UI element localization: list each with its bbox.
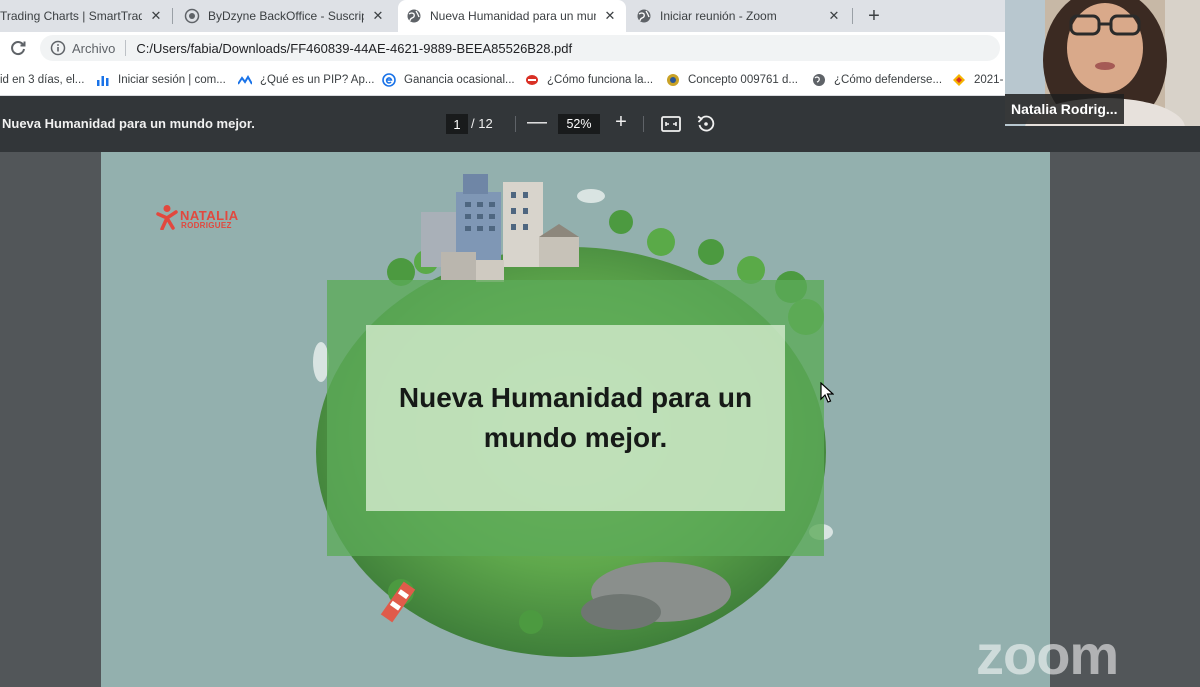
tab-nueva-humanidad[interactable]: Nueva Humanidad para un mundo mejor. ✕ [398, 0, 626, 32]
brand-logo: NATALIA RODRIGUEZ [156, 204, 251, 234]
tab-divider [172, 8, 173, 24]
globe-icon [636, 8, 652, 24]
e-icon [382, 73, 396, 87]
rotate-icon[interactable] [695, 113, 717, 135]
zoom-out-button[interactable]: — [527, 112, 547, 134]
toolbar-divider [515, 116, 516, 132]
diamond-icon [952, 73, 966, 87]
screen: Trading Charts | SmartTrader ✕ ByDzyne B… [0, 0, 1200, 687]
close-tab-icon[interactable]: ✕ [602, 8, 618, 24]
bookmark-item[interactable]: Ganancia ocasional... [382, 72, 515, 88]
bookmark-label: Ganancia ocasional... [404, 74, 515, 86]
page-number-input[interactable]: 1 [446, 114, 468, 134]
new-tab-button[interactable]: + [862, 4, 886, 28]
mouse-cursor-icon [820, 382, 834, 403]
title-panel: Nueva Humanidad para un mundo mejor. [366, 325, 785, 511]
url-text[interactable]: C:/Users/fabia/Downloads/FF460839-44AE-4… [136, 41, 572, 56]
tab-title: Nueva Humanidad para un mundo mejor. [430, 9, 596, 23]
bookmarks-bar: id en 3 días, el... Iniciar sesión | com… [0, 64, 1005, 96]
zoom-watermark: zoom [976, 623, 1119, 686]
mountain-icon [238, 73, 252, 87]
tab-strip: Trading Charts | SmartTrader ✕ ByDzyne B… [0, 0, 1005, 32]
tab-divider [852, 8, 853, 24]
toolbar-divider [643, 116, 644, 132]
chart-icon [96, 73, 110, 87]
bookmark-item[interactable]: Concepto 009761 d... [666, 72, 798, 88]
close-tab-icon[interactable]: ✕ [370, 8, 386, 24]
tab-title: Trading Charts | SmartTrader [0, 9, 142, 23]
bookmark-label: id en 3 días, el... [0, 74, 85, 86]
tab-title: Iniciar reunión - Zoom [660, 9, 777, 23]
slide-title: Nueva Humanidad para un mundo mejor. [398, 382, 753, 453]
close-tab-icon[interactable]: ✕ [826, 8, 842, 24]
bookmark-item[interactable]: Iniciar sesión | com... [96, 72, 226, 88]
tab-bydzyne[interactable]: ByDzyne BackOffice - Suscripción ✕ [176, 0, 394, 32]
participant-name-label: Natalia Rodrig... [1005, 94, 1124, 124]
bookmark-item[interactable]: ¿Cómo defenderse... [812, 72, 942, 88]
bookmark-label: ¿Qué es un PIP? Ap... [260, 74, 375, 86]
bookmark-label: ¿Cómo defenderse... [834, 74, 943, 86]
bookmark-item[interactable]: ¿Cómo funciona la... [525, 72, 653, 88]
person-logo-icon [156, 205, 178, 230]
bookmark-label: Iniciar sesión | com... [118, 74, 226, 86]
bookmark-label: 2021- [974, 74, 1004, 86]
page-total: / 12 [471, 116, 493, 131]
info-icon[interactable] [50, 40, 66, 56]
reload-icon[interactable] [8, 38, 28, 58]
bookmark-item[interactable]: id en 3 días, el... [0, 72, 84, 88]
pdf-title: Nueva Humanidad para un mundo mejor. [2, 116, 255, 131]
tab-trading-charts[interactable]: Trading Charts | SmartTrader ✕ [0, 0, 170, 32]
zoom-level-input[interactable]: 52% [558, 114, 600, 134]
seal-icon [666, 73, 680, 87]
tab-title: ByDzyne BackOffice - Suscripción [208, 9, 364, 23]
bydzyne-icon [184, 8, 200, 24]
bookmark-item[interactable]: 2021- [952, 72, 1003, 88]
browser-toolbar: Archivo C:/Users/fabia/Downloads/FF46083… [0, 32, 1005, 64]
address-bar[interactable]: Archivo C:/Users/fabia/Downloads/FF46083… [40, 35, 1000, 61]
logo-text-bottom: RODRIGUEZ [181, 221, 232, 230]
scheme-label: Archivo [72, 40, 116, 56]
globe-icon [406, 8, 422, 24]
bookmark-item[interactable]: ¿Qué es un PIP? Ap... [238, 72, 374, 88]
fit-to-page-icon[interactable] [660, 113, 682, 135]
red-icon [525, 73, 539, 87]
close-tab-icon[interactable]: ✕ [148, 8, 164, 24]
bookmark-label: Concepto 009761 d... [688, 74, 798, 86]
pdf-page: NATALIA RODRIGUEZ Nueva Humanidad para u… [101, 152, 1050, 687]
tab-zoom[interactable]: Iniciar reunión - Zoom ✕ [628, 0, 850, 32]
zoom-in-button[interactable]: + [610, 112, 632, 134]
bookmark-label: ¿Cómo funciona la... [547, 74, 654, 86]
address-divider [125, 40, 127, 56]
globe-icon [812, 73, 826, 87]
